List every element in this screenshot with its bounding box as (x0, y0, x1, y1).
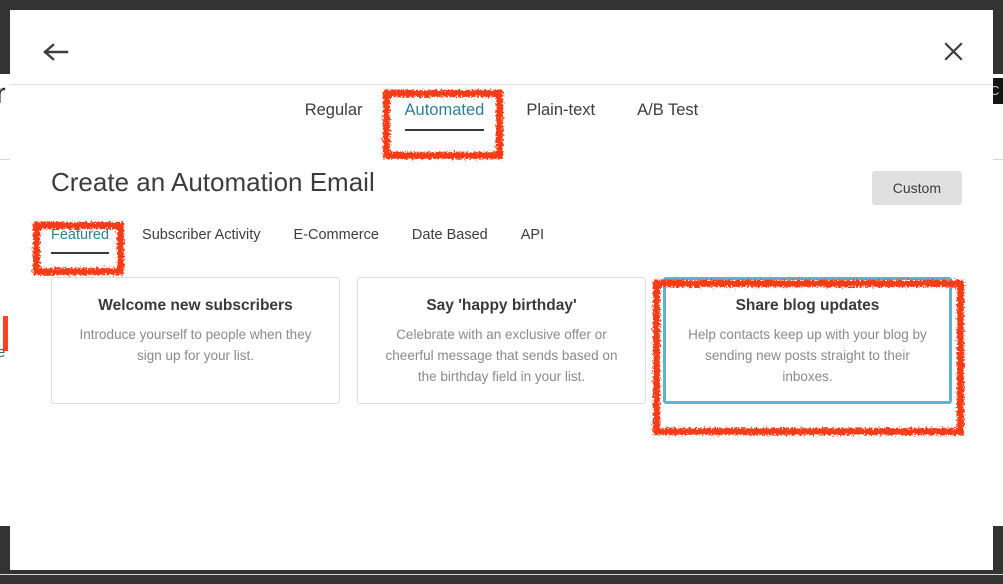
tab-automated-label: Automated (405, 101, 485, 119)
subtab-date-based[interactable]: Date Based (412, 225, 488, 245)
back-arrow-icon[interactable] (35, 35, 77, 69)
title-row: Create an Automation Email Custom (10, 163, 993, 225)
subtab-subscriber-activity[interactable]: Subscriber Activity (142, 225, 260, 245)
create-email-modal: Regular Automated Plain-text A/B Test Cr… (10, 10, 993, 570)
subtab-e-commerce-label: E-Commerce (294, 227, 379, 243)
card-title: Welcome new subscribers (74, 296, 317, 316)
automation-card-grid: Welcome new subscribers Introduce yourse… (51, 277, 993, 404)
tab-regular-label: Regular (305, 101, 363, 119)
card-description: Celebrate with an exclusive offer or che… (380, 324, 623, 387)
subtab-featured-label: Featured (51, 227, 109, 243)
card-share-blog-updates[interactable]: Share blog updates Help contacts keep up… (663, 277, 952, 404)
tab-ab-test-label: A/B Test (637, 101, 698, 119)
subtab-api[interactable]: API (521, 225, 544, 245)
card-description: Help contacts keep up with your blog by … (686, 324, 929, 387)
tab-plain-text[interactable]: Plain-text (505, 99, 616, 121)
modal-header (10, 10, 993, 85)
background-text-fragment-left-secondary: e (0, 344, 5, 361)
tab-plain-text-label: Plain-text (526, 101, 595, 119)
tab-regular[interactable]: Regular (284, 99, 384, 121)
tab-automated-active-underline (405, 129, 485, 131)
secondary-tab-bar: Featured Subscriber Activity E-Commerce … (51, 225, 993, 271)
subtab-subscriber-activity-label: Subscriber Activity (142, 227, 260, 243)
card-welcome-new-subscribers[interactable]: Welcome new subscribers Introduce yourse… (51, 277, 340, 404)
card-title: Say 'happy birthday' (380, 296, 623, 316)
card-title: Share blog updates (686, 296, 929, 316)
subtab-api-label: API (521, 227, 544, 243)
background-text-fragment-left: r (0, 78, 6, 111)
card-description: Introduce yourself to people when they s… (74, 324, 317, 366)
primary-tab-bar: Regular Automated Plain-text A/B Test (10, 85, 993, 153)
tab-automated[interactable]: Automated (384, 99, 506, 121)
subtab-date-based-label: Date Based (412, 227, 488, 243)
subtab-featured-active-underline (51, 252, 109, 254)
card-say-happy-birthday[interactable]: Say 'happy birthday' Celebrate with an e… (357, 277, 646, 404)
tab-ab-test[interactable]: A/B Test (616, 99, 719, 121)
page-title: Create an Automation Email (51, 167, 375, 198)
close-icon[interactable] (935, 34, 971, 68)
custom-button[interactable]: Custom (872, 171, 962, 205)
subtab-featured[interactable]: Featured (51, 225, 109, 245)
background-divider-bottom (0, 574, 1003, 575)
subtab-e-commerce[interactable]: E-Commerce (294, 225, 379, 245)
